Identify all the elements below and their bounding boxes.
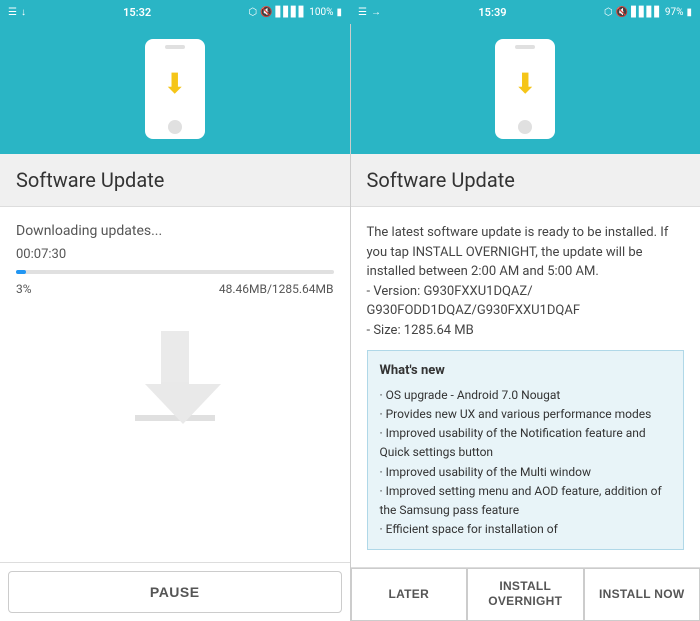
right-status-icons-right: ⬡ 🔇 ▋▋▋▋ 97% ▮ bbox=[604, 7, 692, 18]
phone-with-download: ⬇ bbox=[145, 39, 205, 139]
install-now-button[interactable]: INSTALL NOW bbox=[584, 568, 700, 621]
battery-text-r: 97% bbox=[665, 7, 684, 18]
right-status-icons-left: ⬡ 🔇 ▋▋▋▋ 100% ▮ bbox=[248, 7, 342, 18]
whats-new-item-4: · Improved usability of the Multi window bbox=[380, 463, 672, 482]
download-icon: ↓ bbox=[21, 7, 26, 18]
whats-new-item-2: · Provides new UX and various performanc… bbox=[380, 405, 672, 424]
progress-percent: 3% bbox=[16, 282, 32, 296]
phone-with-download-right: ⬇ bbox=[495, 39, 555, 139]
phone-body-right: ⬇ bbox=[495, 39, 555, 139]
update-description: The latest software update is ready to b… bbox=[367, 223, 685, 340]
status-bar-right: ☰ → 15:39 ⬡ 🔇 ▋▋▋▋ 97% ▮ bbox=[350, 0, 700, 24]
version-line2: G930FODD1DQAZ/G930FXXU1DQAF bbox=[367, 303, 581, 318]
whats-new-item-1: · OS upgrade - Android 7.0 Nougat bbox=[380, 386, 672, 405]
download-visual bbox=[16, 296, 334, 456]
left-panel-header: ⬇ bbox=[0, 24, 350, 154]
right-time: 15:39 bbox=[478, 6, 506, 19]
left-time: 15:32 bbox=[123, 6, 151, 19]
right-panel-header: ⬇ bbox=[351, 24, 700, 154]
download-arrow-icon-right: ⬇ bbox=[514, 70, 537, 98]
right-panel-title: Software Update bbox=[351, 154, 700, 207]
whats-new-item-3: · Improved usability of the Notification… bbox=[380, 424, 672, 462]
signal-icon: ▋▋▋▋ bbox=[276, 7, 307, 18]
whats-new-items: · OS upgrade - Android 7.0 Nougat · Prov… bbox=[380, 386, 672, 540]
size-info: - Size: 1285.64 MB bbox=[367, 323, 474, 338]
description-text: The latest software update is ready to b… bbox=[367, 225, 669, 279]
mute-icon-r: 🔇 bbox=[616, 7, 628, 18]
download-arrow-icon: ⬇ bbox=[163, 70, 186, 98]
left-panel: ⬇ Software Update Downloading updates...… bbox=[0, 24, 351, 621]
left-status-icons: ☰ ↓ bbox=[8, 7, 26, 18]
right-panel: ⬇ Software Update The latest software up… bbox=[351, 24, 700, 621]
battery-icon-r: ▮ bbox=[686, 7, 692, 18]
left-panel-title: Software Update bbox=[0, 154, 350, 207]
bluetooth-icon-r: ⬡ bbox=[604, 7, 613, 18]
big-download-arrow bbox=[135, 331, 215, 421]
progress-bar-container bbox=[16, 270, 334, 274]
install-overnight-button[interactable]: INSTALL OVERNIGHT bbox=[467, 568, 583, 621]
file-size: 48.46MB/1285.64MB bbox=[219, 282, 334, 296]
left-title-text: Software Update bbox=[16, 168, 164, 192]
whats-new-item-5: · Improved setting menu and AOD feature,… bbox=[380, 482, 672, 520]
progress-bar-fill bbox=[16, 270, 26, 274]
later-button[interactable]: LATER bbox=[351, 568, 467, 621]
bluetooth-icon: ⬡ bbox=[248, 7, 257, 18]
right-panel-content: The latest software update is ready to b… bbox=[351, 207, 700, 567]
right-title-text: Software Update bbox=[367, 168, 515, 192]
whats-new-item-6: · Efficient space for installation of bbox=[380, 520, 672, 539]
signal-icon-r: ▋▋▋▋ bbox=[631, 7, 662, 18]
left-panel-content: Downloading updates... 00:07:30 3% 48.46… bbox=[0, 207, 350, 562]
right-panel-footer: LATER INSTALL OVERNIGHT INSTALL NOW bbox=[351, 567, 700, 621]
downloading-status: Downloading updates... bbox=[16, 223, 334, 239]
left-panel-footer[interactable]: PAUSE bbox=[0, 562, 350, 621]
download-timer: 00:07:30 bbox=[16, 247, 334, 262]
notification-icon-r: ☰ bbox=[358, 7, 367, 18]
right-left-icons: ☰ → bbox=[358, 7, 381, 18]
status-bar-left: ☰ ↓ 15:32 ⬡ 🔇 ▋▋▋▋ 100% ▮ bbox=[0, 0, 350, 24]
whats-new-title: What's new bbox=[380, 361, 672, 382]
arrow-shape bbox=[145, 331, 205, 411]
arrow-shaft bbox=[161, 331, 189, 386]
mute-icon: 🔇 bbox=[260, 7, 272, 18]
battery-icon: ▮ bbox=[336, 7, 342, 18]
version-line1: - Version: G930FXXU1DQAZ/ bbox=[367, 284, 533, 299]
arrow-icon: → bbox=[371, 7, 381, 18]
pause-button[interactable]: PAUSE bbox=[8, 571, 342, 613]
progress-info: 3% 48.46MB/1285.64MB bbox=[16, 282, 334, 296]
whats-new-box: What's new · OS upgrade - Android 7.0 No… bbox=[367, 350, 685, 550]
battery-text: 100% bbox=[309, 7, 333, 18]
arrow-head bbox=[145, 384, 221, 424]
phone-body: ⬇ bbox=[145, 39, 205, 139]
notification-icon: ☰ bbox=[8, 7, 17, 18]
